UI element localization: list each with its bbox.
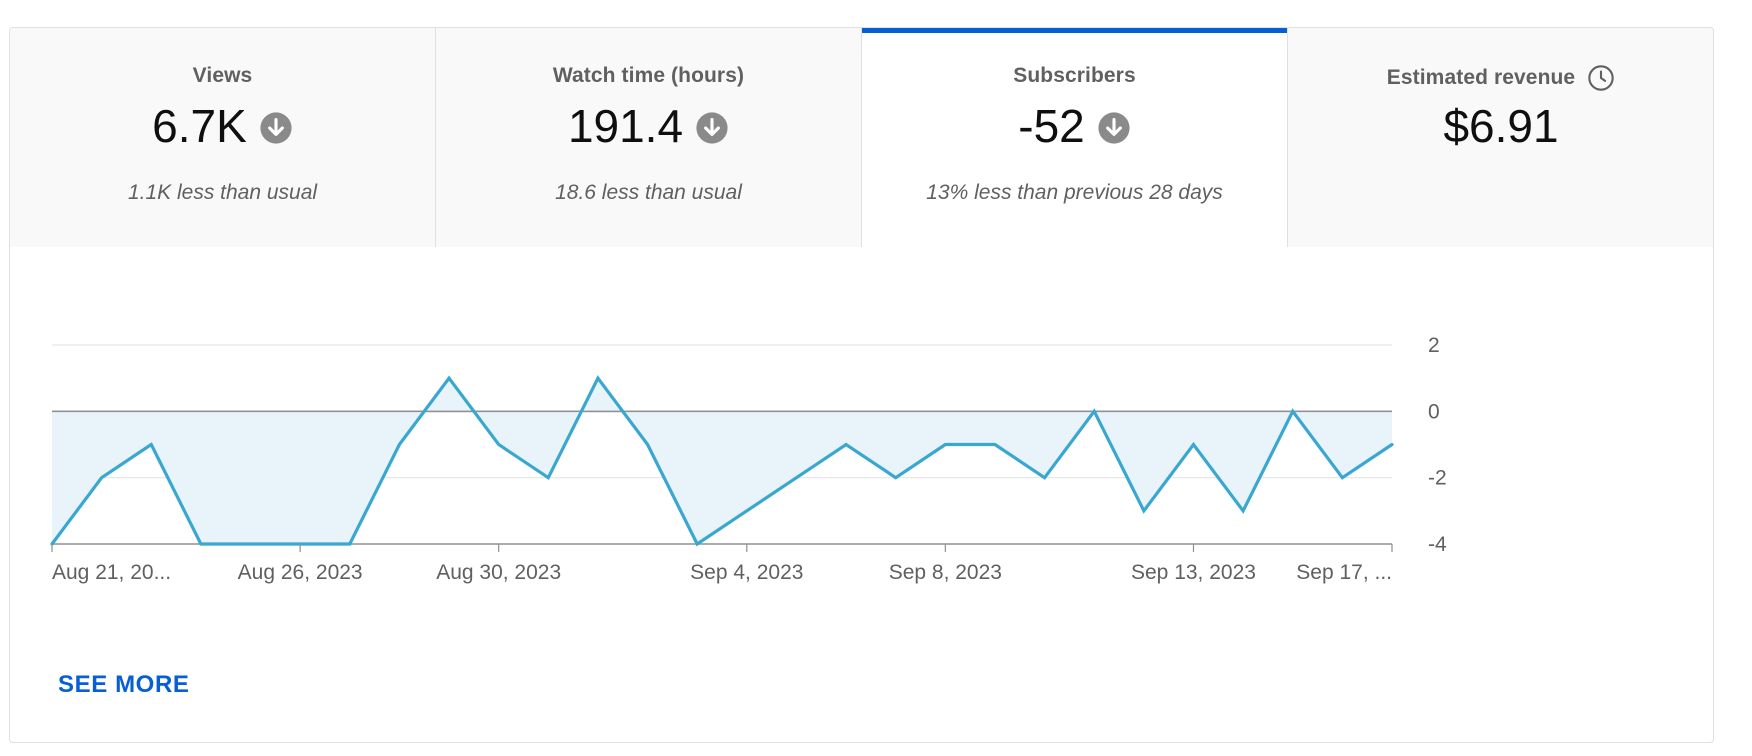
tab-subscribers[interactable]: Subscribers -52 13% less than previous 2… bbox=[862, 28, 1288, 247]
metric-value: -52 bbox=[1018, 100, 1085, 152]
x-tick-label: Sep 13, 2023 bbox=[1131, 561, 1256, 584]
comparison-text: 18.6 less than usual bbox=[555, 181, 742, 204]
metric-value: 191.4 bbox=[567, 100, 684, 152]
metric-value: 6.7K bbox=[152, 100, 247, 152]
analytics-card: Views 6.7K 1.1K less than usual Watch ti… bbox=[9, 27, 1714, 743]
tab-title: Watch time (hours) bbox=[552, 64, 745, 87]
x-tick-label: Sep 4, 2023 bbox=[690, 561, 803, 584]
arrow-down-circle-icon bbox=[696, 112, 728, 144]
tab-title-wrap: Estimated revenue bbox=[1288, 64, 1713, 92]
x-tick-label: Sep 8, 2023 bbox=[889, 561, 1002, 584]
y-tick-label: 2 bbox=[1428, 334, 1440, 357]
arrow-down-circle-icon bbox=[1098, 112, 1130, 144]
series-area bbox=[52, 378, 1392, 544]
arrow-down-circle-icon bbox=[260, 112, 292, 144]
see-more-link[interactable]: SEE MORE bbox=[58, 671, 190, 699]
x-tick-label: Aug 30, 2023 bbox=[436, 561, 561, 584]
tab-estimated-revenue[interactable]: Estimated revenue $6.91 bbox=[1288, 28, 1713, 247]
y-tick-label: -4 bbox=[1428, 533, 1447, 556]
clock-icon[interactable] bbox=[1587, 64, 1615, 92]
tab-title: Views bbox=[192, 64, 253, 87]
y-tick-label: 0 bbox=[1428, 400, 1440, 423]
x-tick-label: Aug 26, 2023 bbox=[238, 561, 363, 584]
tab-watch-time[interactable]: Watch time (hours) 191.4 18.6 less than … bbox=[436, 28, 862, 247]
y-tick-label: -2 bbox=[1428, 467, 1447, 490]
x-tick-label: Sep 17, ... bbox=[1296, 561, 1392, 584]
metric-value: $6.91 bbox=[1443, 100, 1559, 152]
chart-svg: 2 0 -2 -4 Aug 21, 20... Aug 26, 2023 Aug 30, 2… bbox=[50, 334, 1447, 584]
metric-tabs: Views 6.7K 1.1K less than usual Watch ti… bbox=[10, 28, 1713, 247]
x-tick-label: Aug 21, 20... bbox=[52, 561, 171, 584]
tab-views[interactable]: Views 6.7K 1.1K less than usual bbox=[10, 28, 436, 247]
subscribers-chart: 2 0 -2 -4 Aug 21, 20... Aug 26, 2023 Aug 30, 2… bbox=[10, 247, 1713, 627]
tab-title: Subscribers bbox=[1013, 64, 1136, 87]
tab-title: Estimated revenue bbox=[1386, 66, 1576, 89]
comparison-text: 1.1K less than usual bbox=[127, 181, 318, 204]
comparison-text: 13% less than previous 28 days bbox=[926, 181, 1223, 204]
